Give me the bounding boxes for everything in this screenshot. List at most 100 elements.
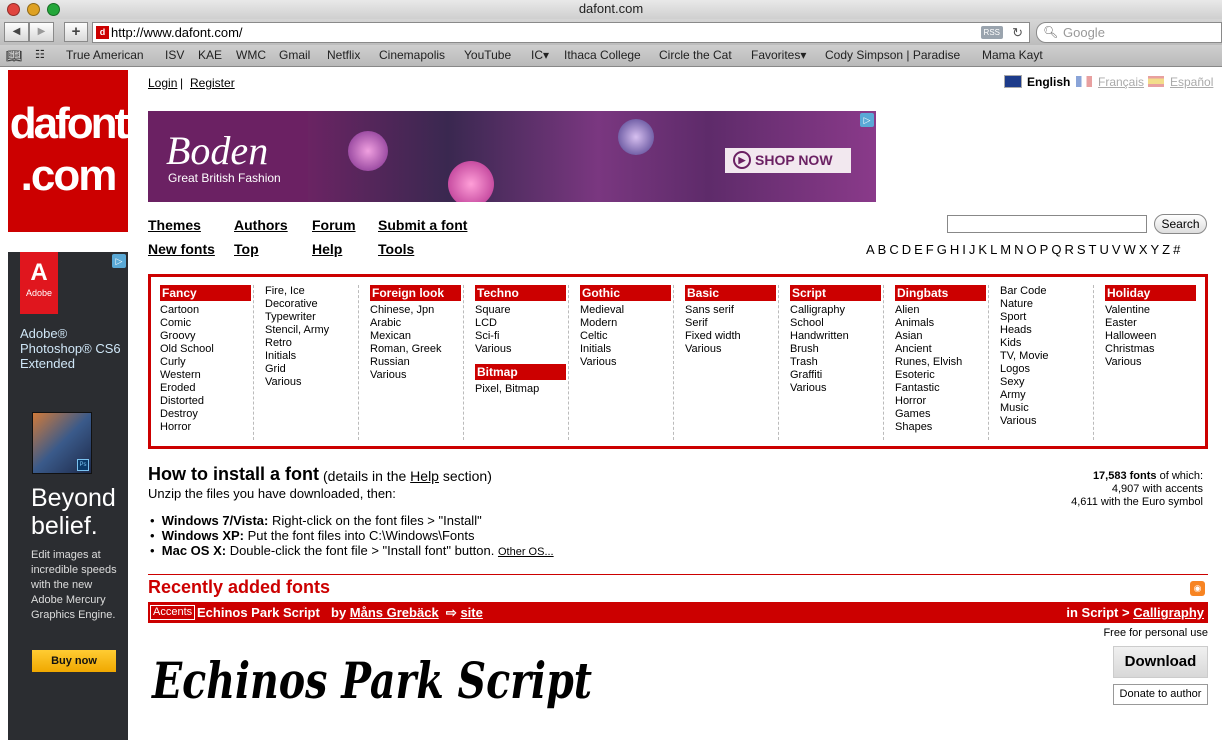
category-item[interactable]: Retro (265, 337, 358, 350)
category-item[interactable]: Pixel, Bitmap (475, 383, 568, 396)
category-item[interactable]: Eroded (160, 382, 253, 395)
category-item[interactable]: Sport (1000, 311, 1093, 324)
category-item[interactable]: Asian (895, 330, 988, 343)
category-header[interactable]: Fancy (160, 285, 251, 301)
category-header[interactable]: Bitmap (475, 364, 566, 380)
category-item[interactable]: Heads (1000, 324, 1093, 337)
category-item[interactable]: Various (475, 343, 568, 356)
category-item[interactable]: Alien (895, 304, 988, 317)
category-item[interactable]: Destroy (160, 408, 253, 421)
donate-button[interactable]: Donate to author (1113, 684, 1208, 705)
bookmark-item[interactable]: Netflix (327, 45, 360, 66)
category-header[interactable]: Techno (475, 285, 566, 301)
alpha-letter[interactable]: C (889, 242, 898, 257)
alpha-letter[interactable]: Q (1051, 242, 1061, 257)
category-item[interactable]: Russian (370, 356, 463, 369)
nav-forum[interactable]: Forum (312, 217, 356, 233)
category-item[interactable]: Graffiti (790, 369, 883, 382)
category-item[interactable]: Initials (265, 350, 358, 363)
address-bar[interactable]: d http://www.dafont.com/ RSS ↻ (92, 22, 1030, 43)
category-item[interactable]: Ancient (895, 343, 988, 356)
category-item[interactable]: Horror (160, 421, 253, 434)
category-item[interactable]: Various (370, 369, 463, 382)
alpha-letter[interactable]: L (990, 242, 997, 257)
category-item[interactable]: Logos (1000, 363, 1093, 376)
category-item[interactable]: Various (1105, 356, 1199, 369)
category-item[interactable]: Army (1000, 389, 1093, 402)
bookmark-item[interactable]: KAE (198, 45, 222, 66)
alpha-letter[interactable]: J (969, 242, 976, 257)
category-item[interactable]: Distorted (160, 395, 253, 408)
bookmark-item[interactable]: Circle the Cat (659, 45, 732, 66)
forward-button[interactable]: ▶ (29, 22, 54, 42)
alpha-letter[interactable]: H (950, 242, 959, 257)
minimize-window-button[interactable] (27, 3, 40, 16)
alpha-letter[interactable]: N (1014, 242, 1023, 257)
category-item[interactable]: LCD (475, 317, 568, 330)
category-item[interactable]: Halloween (1105, 330, 1199, 343)
alpha-letter[interactable]: P (1040, 242, 1049, 257)
category-item[interactable]: Various (1000, 415, 1093, 428)
category-item[interactable]: Fire, Ice (265, 285, 358, 298)
nav-new-fonts[interactable]: New fonts (148, 241, 215, 257)
adchoices-icon[interactable]: ▷ (860, 113, 874, 127)
category-item[interactable]: Curly (160, 356, 253, 369)
category-item[interactable]: Valentine (1105, 304, 1199, 317)
top-sites-icon[interactable]: ☷ (35, 45, 45, 66)
language-french[interactable]: Français (1076, 75, 1144, 89)
nav-help[interactable]: Help (312, 241, 342, 257)
category-item[interactable]: Initials (580, 343, 673, 356)
dafont-logo[interactable]: dafont .com (8, 70, 129, 232)
category-item[interactable]: Brush (790, 343, 883, 356)
category-item[interactable]: Grid (265, 363, 358, 376)
alpha-letter[interactable]: M (1000, 242, 1011, 257)
bookmark-item[interactable]: Cody Simpson | Paradise (825, 45, 960, 66)
category-item[interactable]: Cartoon (160, 304, 253, 317)
category-item[interactable]: Comic (160, 317, 253, 330)
bookmark-item[interactable]: Favorites▾ (751, 45, 806, 66)
rss-button[interactable]: RSS (980, 26, 1003, 39)
ad-buy-now-button[interactable]: Buy now (32, 650, 116, 672)
category-item[interactable]: Runes, Elvish (895, 356, 988, 369)
rss-feed-icon[interactable]: ◉ (1190, 581, 1205, 596)
alpha-letter[interactable]: E (914, 242, 923, 257)
alpha-letter[interactable]: # (1173, 242, 1180, 257)
bookmark-item[interactable]: ISV (165, 45, 184, 66)
reload-icon[interactable]: ↻ (1012, 23, 1023, 42)
boden-banner-ad[interactable]: Boden Great British Fashion ▶ SHOP NOW ▷ (148, 111, 876, 202)
category-item[interactable]: Easter (1105, 317, 1199, 330)
bookmark-item[interactable]: Ithaca College (564, 45, 641, 66)
category-item[interactable]: Animals (895, 317, 988, 330)
adchoices-icon[interactable]: ▷ (112, 254, 126, 268)
category-header[interactable]: Dingbats (895, 285, 986, 301)
category-item[interactable]: Various (685, 343, 778, 356)
category-item[interactable]: Calligraphy (790, 304, 883, 317)
alpha-letter[interactable]: F (926, 242, 934, 257)
category-item[interactable]: Old School (160, 343, 253, 356)
bookmark-item[interactable]: WMC (236, 45, 266, 66)
author-site-link[interactable]: site (460, 605, 482, 620)
category-item[interactable]: Sans serif (685, 304, 778, 317)
bookmarks-book-icon[interactable]: 📖︎ (6, 45, 23, 66)
category-item[interactable]: Bar Code (1000, 285, 1093, 298)
nav-themes[interactable]: Themes (148, 217, 201, 233)
alpha-letter[interactable]: X (1139, 242, 1148, 257)
category-item[interactable]: Decorative (265, 298, 358, 311)
category-header[interactable]: Basic (685, 285, 776, 301)
back-button[interactable]: ◀ (4, 22, 29, 42)
category-item[interactable]: Esoteric (895, 369, 988, 382)
google-search-field[interactable]: 🔍︎ Google (1036, 22, 1222, 43)
font-search-input[interactable] (947, 215, 1147, 233)
nav-submit-font[interactable]: Submit a font (378, 217, 467, 233)
close-window-button[interactable] (7, 3, 20, 16)
category-item[interactable]: Typewriter (265, 311, 358, 324)
category-item[interactable]: Mexican (370, 330, 463, 343)
category-item[interactable]: Games (895, 408, 988, 421)
category-header[interactable]: Holiday (1105, 285, 1196, 301)
install-help-link[interactable]: Help (410, 468, 439, 484)
search-button[interactable]: Search (1154, 214, 1207, 234)
category-header[interactable]: Gothic (580, 285, 671, 301)
category-item[interactable]: Groovy (160, 330, 253, 343)
alpha-letter[interactable]: G (937, 242, 947, 257)
category-item[interactable]: Stencil, Army (265, 324, 358, 337)
